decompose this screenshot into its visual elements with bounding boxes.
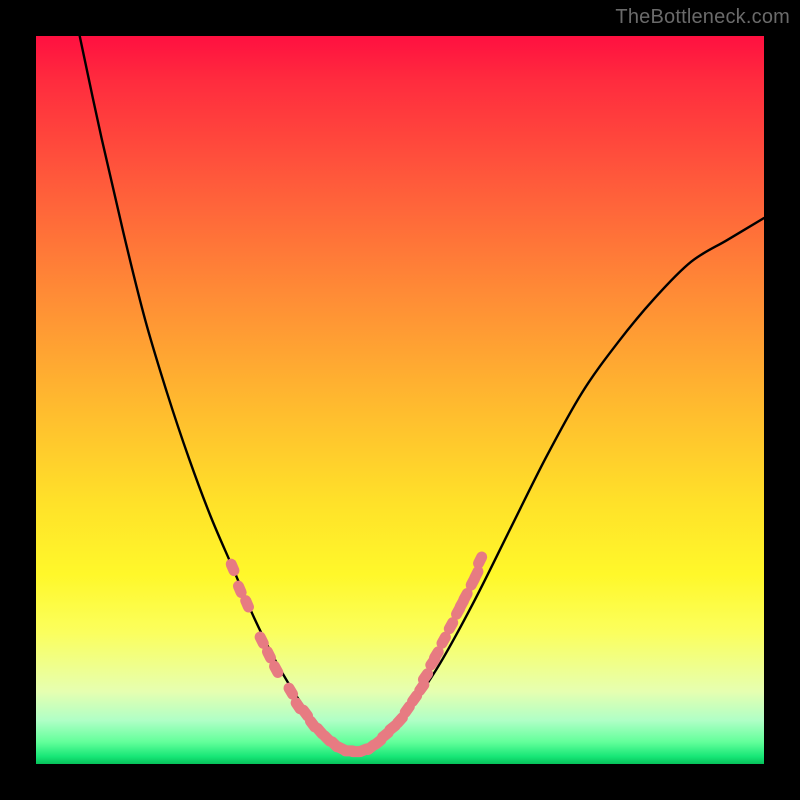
curve-layer	[36, 36, 764, 764]
curve-marker	[471, 550, 489, 571]
plot-area	[36, 36, 764, 764]
curve-marker	[224, 557, 241, 578]
curve-markers	[224, 550, 489, 759]
bottleneck-curve	[80, 36, 764, 753]
chart-frame: TheBottleneck.com	[0, 0, 800, 800]
watermark-text: TheBottleneck.com	[615, 6, 790, 29]
